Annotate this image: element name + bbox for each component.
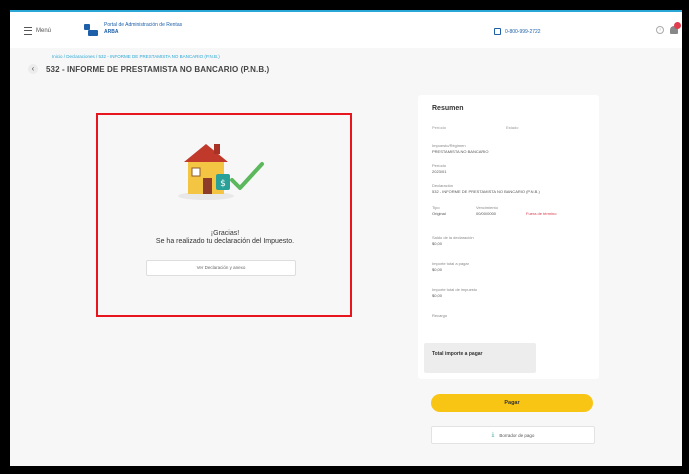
- draft-payment-button[interactable]: ⤓ Borrador de pago: [431, 426, 595, 444]
- summary-title: Resumen: [432, 105, 464, 112]
- total-label: Total importe a pagar: [432, 351, 483, 357]
- phone-icon: [494, 28, 501, 35]
- svg-text:$: $: [220, 179, 226, 189]
- total-box: Total importe a pagar: [424, 343, 536, 373]
- hamburger-icon: [24, 27, 32, 35]
- summary-meta-period: Período: [432, 125, 447, 130]
- summary-item: Recargo: [432, 313, 448, 318]
- summary-panel: Resumen Período Estado Impuesto/Régimen P…: [418, 95, 599, 379]
- summary-item-late: Fuera de término: [526, 211, 557, 216]
- brand-logo[interactable]: [84, 24, 98, 38]
- phone-link[interactable]: 0-800-999-2722: [494, 28, 541, 35]
- summary-item: Importe total a pagar $0,00: [432, 261, 469, 272]
- page-title: 532 - INFORME DE PRESTAMISTA NO BANCARIO…: [46, 64, 270, 74]
- brand-title: Portal de Administración de Rentas: [104, 22, 183, 28]
- help-icon[interactable]: ?: [656, 26, 664, 34]
- notification-badge: [674, 22, 681, 29]
- summary-item: Saldo de la declaración $0,00: [432, 235, 474, 246]
- menu-button[interactable]: Menú: [24, 27, 51, 35]
- summary-item: Impuesto/Régimen PRESTAMISTA NO BANCARIO: [432, 143, 489, 154]
- back-arrow-icon[interactable]: ‹: [28, 64, 38, 74]
- pay-button[interactable]: Pagar: [431, 394, 593, 412]
- brand-text: Portal de Administración de Rentas ARBA: [104, 22, 182, 36]
- summary-item-type: Tipo Original: [432, 205, 446, 216]
- success-panel: $ ¡Gracias! Se ha realizado tu declaraci…: [96, 110, 354, 318]
- breadcrumb[interactable]: Inicio / Declaraciones / 532 - INFORME D…: [52, 54, 220, 59]
- summary-item: Importe total de impuesto $0,00: [432, 287, 478, 298]
- summary-item-due: Vencimiento 00/00/0000: [476, 205, 498, 216]
- house-check-illustration: $: [178, 144, 264, 200]
- success-message: Se ha realizado tu declaración del Impue…: [155, 238, 295, 245]
- summary-meta-status: Estado: [506, 125, 519, 130]
- top-bar: Menú Portal de Administración de Rentas …: [10, 10, 682, 48]
- notifications-bell-icon[interactable]: [670, 22, 681, 34]
- summary-item: Período 2023/01: [432, 163, 447, 174]
- view-declaration-button[interactable]: Ver Declaración y anexo: [146, 260, 296, 276]
- menu-label: Menú: [36, 28, 52, 34]
- summary-item: Declaración 532 - INFORME DE PRESTAMISTA …: [432, 183, 540, 194]
- download-icon: ⤓: [491, 431, 495, 438]
- draft-payment-label: Borrador de pago: [499, 432, 535, 438]
- brand-subtitle: ARBA: [104, 29, 119, 35]
- app-window: Menú Portal de Administración de Rentas …: [10, 10, 682, 466]
- phone-number: 0-800-999-2722: [505, 28, 541, 35]
- page-header: ‹ 532 - INFORME DE PRESTAMISTA NO BANCAR…: [28, 64, 269, 74]
- success-heading: ¡Gracias!: [210, 230, 240, 237]
